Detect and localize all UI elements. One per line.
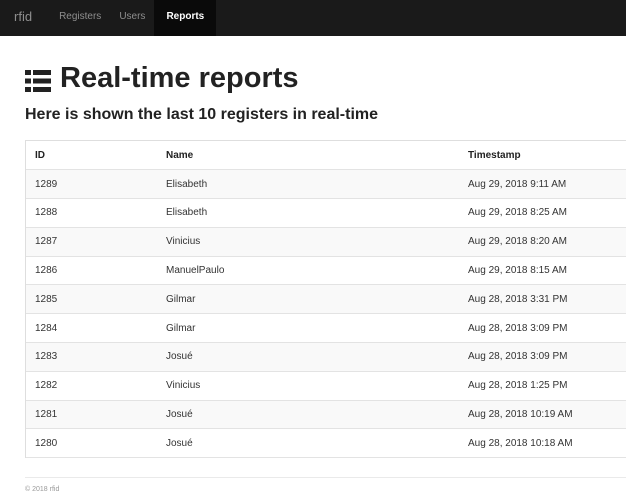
cell-id: 1281	[26, 400, 157, 430]
cell-id: 1289	[26, 169, 157, 200]
cell-timestamp: Aug 28, 2018 10:19 AM	[459, 400, 626, 430]
cell-name: Gilmar	[157, 313, 459, 344]
cell-id: 1285	[26, 284, 157, 315]
page-title-text: Real-time reports	[60, 61, 299, 94]
table-row: 1289 Elisabeth Aug 29, 2018 9:11 AM	[26, 169, 626, 200]
nav-item-users[interactable]: Users	[110, 0, 154, 36]
page-title: Real-time reports	[25, 60, 299, 96]
cell-id: 1288	[26, 198, 157, 228]
cell-timestamp: Aug 28, 2018 10:18 AM	[459, 428, 626, 459]
cell-name: Josué	[157, 428, 459, 459]
cell-id: 1286	[26, 256, 157, 286]
cell-name: Gilmar	[157, 284, 459, 315]
cell-timestamp: Aug 28, 2018 3:31 PM	[459, 284, 626, 315]
column-header-id: ID	[26, 141, 157, 171]
cell-timestamp: Aug 29, 2018 9:11 AM	[459, 169, 626, 200]
footer-copyright: © 2018 rfid	[25, 486, 60, 493]
nav-item-reports[interactable]: Reports	[154, 0, 217, 36]
cell-name: Elisabeth	[157, 198, 459, 228]
table-row: 1285 Gilmar Aug 28, 2018 3:31 PM	[26, 284, 626, 315]
table-row: 1282 Vinicius Aug 28, 2018 1:25 PM	[26, 371, 626, 401]
cell-timestamp: Aug 29, 2018 8:20 AM	[459, 227, 626, 257]
table-row: 1281 Josué Aug 28, 2018 10:19 AM	[26, 400, 626, 430]
cell-id: 1284	[26, 313, 157, 344]
reports-table-container: ID Name Timestamp 1289 Elisabeth Aug 29,…	[25, 140, 626, 459]
column-header-timestamp: Timestamp	[459, 141, 626, 171]
table-row: 1286 ManuelPaulo Aug 29, 2018 8:15 AM	[26, 256, 626, 286]
table-row: 1288 Elisabeth Aug 29, 2018 8:25 AM	[26, 198, 626, 228]
table-header-row: ID Name Timestamp	[26, 141, 626, 171]
cell-name: Vinicius	[157, 371, 459, 401]
cell-id: 1282	[26, 371, 157, 401]
reports-table: ID Name Timestamp 1289 Elisabeth Aug 29,…	[26, 141, 626, 459]
cell-name: Josué	[157, 400, 459, 430]
table-row: 1287 Vinicius Aug 29, 2018 8:20 AM	[26, 227, 626, 257]
top-navbar: rfid Registers Users Reports	[0, 0, 626, 36]
table-row: 1280 Josué Aug 28, 2018 10:18 AM	[26, 428, 626, 459]
cell-timestamp: Aug 29, 2018 8:25 AM	[459, 198, 626, 228]
list-icon	[25, 67, 51, 92]
cell-id: 1280	[26, 428, 157, 459]
cell-name: Josué	[157, 342, 459, 372]
cell-id: 1287	[26, 227, 157, 257]
cell-timestamp: Aug 28, 2018 1:25 PM	[459, 371, 626, 401]
cell-name: ManuelPaulo	[157, 256, 459, 286]
cell-id: 1283	[26, 342, 157, 372]
cell-name: Vinicius	[157, 227, 459, 257]
footer-divider	[25, 477, 626, 478]
table-row: 1283 Josué Aug 28, 2018 3:09 PM	[26, 342, 626, 372]
cell-timestamp: Aug 28, 2018 3:09 PM	[459, 342, 626, 372]
brand-logo[interactable]: rfid	[14, 0, 32, 36]
cell-name: Elisabeth	[157, 169, 459, 200]
cell-timestamp: Aug 28, 2018 3:09 PM	[459, 313, 626, 344]
page-subtitle: Here is shown the last 10 registers in r…	[25, 106, 379, 123]
nav-item-registers[interactable]: Registers	[50, 0, 110, 36]
column-header-name: Name	[157, 141, 459, 171]
cell-timestamp: Aug 29, 2018 8:15 AM	[459, 256, 626, 286]
table-row: 1284 Gilmar Aug 28, 2018 3:09 PM	[26, 313, 626, 344]
